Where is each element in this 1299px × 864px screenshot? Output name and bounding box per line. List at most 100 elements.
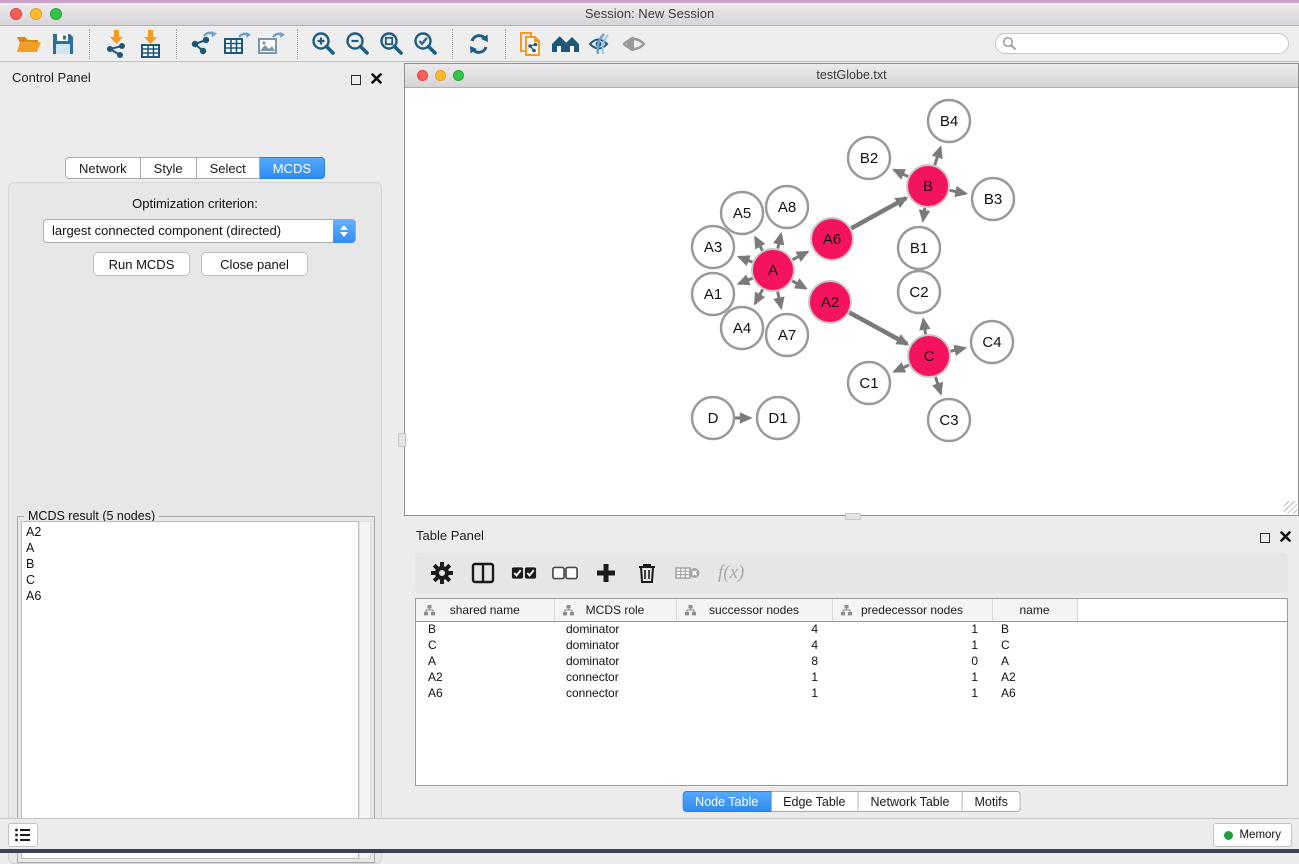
mcds-result-list[interactable]: A2ABCA6	[21, 521, 359, 859]
table-cell[interactable]: 1	[676, 669, 832, 685]
graph-node-A5[interactable]: A5	[721, 192, 763, 234]
graph-node-C2[interactable]: C2	[898, 271, 940, 313]
graph-edge-B-B1[interactable]	[923, 208, 925, 221]
table-cell[interactable]: A6	[416, 685, 554, 701]
graph-node-B[interactable]: B	[907, 165, 949, 207]
graph-edge-A-A8[interactable]	[778, 234, 781, 248]
clone-network-icon[interactable]	[515, 27, 549, 61]
import-network-icon[interactable]	[99, 27, 133, 61]
table-cell[interactable]: B	[992, 621, 1077, 637]
memory-button[interactable]: Memory	[1213, 823, 1292, 847]
table-row[interactable]: Cdominator41C	[416, 637, 1287, 653]
graph-edge-A-A6[interactable]	[792, 252, 807, 260]
network-minimize-button[interactable]	[435, 70, 446, 81]
graph-edge-B-B2[interactable]	[894, 170, 908, 177]
table-cell[interactable]: connector	[554, 669, 676, 685]
float-panel-icon[interactable]	[351, 75, 361, 85]
zoom-out-icon[interactable]	[341, 27, 375, 61]
column-header-shared-name[interactable]: shared name	[416, 599, 554, 621]
mcds-result-item[interactable]: B	[22, 556, 358, 572]
table-cell[interactable]: dominator	[554, 653, 676, 669]
table-cell[interactable]: 1	[832, 685, 992, 701]
window-resize-grip[interactable]	[1284, 501, 1297, 514]
table-cell[interactable]: dominator	[554, 621, 676, 637]
network-window-titlebar[interactable]: testGlobe.txt	[405, 64, 1298, 88]
graph-node-A7[interactable]: A7	[766, 314, 808, 356]
home-icon[interactable]	[549, 27, 583, 61]
horizontal-splitter-handle[interactable]	[845, 513, 861, 520]
open-session-icon[interactable]	[12, 27, 46, 61]
table-cell[interactable]: 4	[676, 621, 832, 637]
search-input[interactable]	[995, 33, 1289, 54]
network-close-button[interactable]	[417, 70, 428, 81]
deselect-all-icon[interactable]	[552, 560, 578, 586]
graph-edge-B-B3[interactable]	[950, 190, 966, 193]
close-panel-button[interactable]: Close panel	[201, 252, 308, 276]
select-all-icon[interactable]	[511, 560, 537, 586]
run-mcds-button[interactable]: Run MCDS	[93, 252, 190, 276]
graph-node-B4[interactable]: B4	[928, 100, 970, 142]
export-table-icon[interactable]	[220, 27, 254, 61]
table-cell[interactable]: 1	[832, 637, 992, 653]
mcds-result-item[interactable]: A6	[22, 588, 358, 604]
table-row[interactable]: A6connector11A6	[416, 685, 1287, 701]
graph-node-C4[interactable]: C4	[971, 321, 1013, 363]
vertical-splitter-handle[interactable]	[398, 433, 406, 447]
graph-edge-A-A4[interactable]	[755, 289, 762, 303]
column-header-name[interactable]: name	[992, 599, 1077, 621]
close-table-panel-icon[interactable]	[1280, 529, 1291, 547]
mcds-result-item[interactable]: C	[22, 572, 358, 588]
graph-node-A[interactable]: A	[752, 249, 794, 291]
graph-node-A3[interactable]: A3	[692, 226, 734, 268]
column-view-icon[interactable]	[470, 560, 496, 586]
table-cell[interactable]: C	[416, 637, 554, 653]
table-cell[interactable]: 1	[832, 621, 992, 637]
zoom-window-button[interactable]	[50, 8, 62, 20]
task-history-button[interactable]	[8, 823, 38, 847]
graph-node-A8[interactable]: A8	[766, 186, 808, 228]
criterion-select[interactable]: largest connected component (directed)	[43, 219, 356, 243]
graph-node-B2[interactable]: B2	[848, 137, 890, 179]
import-table-icon[interactable]	[133, 27, 167, 61]
graph-edge-A6-B[interactable]	[851, 198, 906, 228]
graph-edge-C-C3[interactable]	[936, 377, 941, 393]
table-cell[interactable]: 8	[676, 653, 832, 669]
close-window-button[interactable]	[10, 8, 22, 20]
mcds-result-item[interactable]: A2	[22, 524, 358, 540]
graph-edge-B-B4[interactable]	[935, 148, 941, 165]
close-panel-icon[interactable]	[371, 71, 382, 89]
hide-graphics-icon[interactable]	[583, 27, 617, 61]
network-zoom-button[interactable]	[453, 70, 464, 81]
graph-edge-A-A7[interactable]	[778, 292, 781, 308]
tab-network[interactable]: Network	[65, 157, 141, 179]
table-cell[interactable]: A2	[992, 669, 1077, 685]
graph-edge-A2-C[interactable]	[849, 313, 907, 344]
refresh-icon[interactable]	[462, 27, 496, 61]
graph-node-C[interactable]: C	[908, 335, 950, 377]
tab-select[interactable]: Select	[197, 157, 260, 179]
table-cell[interactable]: dominator	[554, 637, 676, 653]
export-network-icon[interactable]	[186, 27, 220, 61]
table-row[interactable]: A2connector11A2	[416, 669, 1287, 685]
tab-network-table[interactable]: Network Table	[859, 791, 963, 812]
graph-edge-C-C2[interactable]	[923, 320, 925, 335]
graph-node-A6[interactable]: A6	[811, 218, 853, 260]
tab-mcds[interactable]: MCDS	[260, 157, 325, 179]
graph-edge-A-A1[interactable]	[739, 278, 753, 283]
gear-icon[interactable]	[429, 560, 455, 586]
table-cell[interactable]: A2	[416, 669, 554, 685]
delete-table-icon[interactable]	[675, 560, 701, 586]
table-cell[interactable]: A	[416, 653, 554, 669]
float-table-panel-icon[interactable]	[1260, 533, 1270, 543]
graph-node-B1[interactable]: B1	[898, 227, 940, 269]
graph-edge-A-A3[interactable]	[739, 257, 752, 262]
table-row[interactable]: Adominator80A	[416, 653, 1287, 669]
column-header-mcds-role[interactable]: MCDS role	[554, 599, 676, 621]
table-cell[interactable]: 1	[832, 669, 992, 685]
tab-style[interactable]: Style	[141, 157, 197, 179]
tab-motifs[interactable]: Motifs	[962, 791, 1020, 812]
table-cell[interactable]: 4	[676, 637, 832, 653]
graph-node-C1[interactable]: C1	[848, 362, 890, 404]
zoom-in-icon[interactable]	[307, 27, 341, 61]
graph-node-C3[interactable]: C3	[928, 399, 970, 441]
